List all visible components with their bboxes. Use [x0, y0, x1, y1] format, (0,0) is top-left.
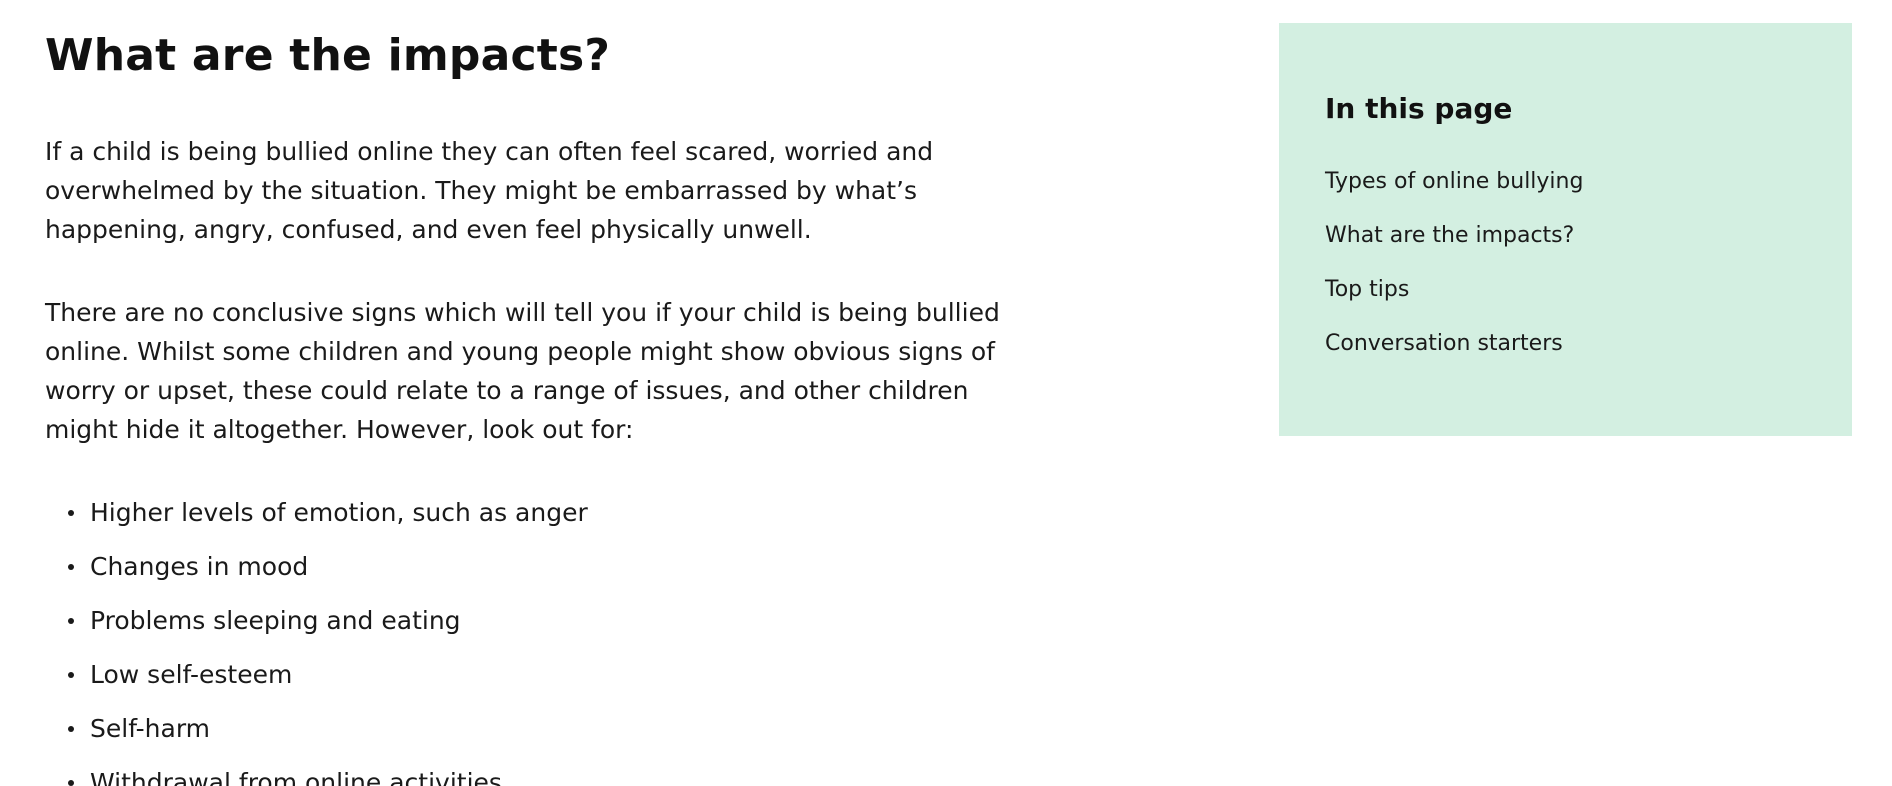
- toc-list: Types of online bullying What are the im…: [1325, 165, 1806, 361]
- intro-paragraph: If a child is being bullied online they …: [45, 137, 934, 244]
- list-item: Problems sleeping and eating: [68, 601, 1045, 640]
- in-this-page-panel: In this page Types of online bullying Wh…: [1279, 23, 1852, 436]
- page: What are the impacts? If a child is bein…: [0, 0, 1892, 786]
- toc-heading: In this page: [1325, 92, 1513, 125]
- list-item: Low self-esteem: [68, 655, 1045, 694]
- list-item: Changes in mood: [68, 547, 1045, 586]
- list-item: Withdrawal from online activities: [68, 763, 1045, 786]
- toc-link-what-are-the-impacts[interactable]: What are the impacts?: [1325, 219, 1806, 253]
- list-item: Self-harm: [68, 709, 1045, 748]
- signs-paragraph: There are no conclusive signs which will…: [45, 298, 1000, 444]
- signs-list: Higher levels of emotion, such as anger …: [45, 493, 1045, 786]
- main-content: What are the impacts? If a child is bein…: [45, 28, 1045, 786]
- list-item: Higher levels of emotion, such as anger: [68, 493, 1045, 532]
- toc-link-top-tips[interactable]: Top tips: [1325, 273, 1806, 307]
- toc-link-conversation-starters[interactable]: Conversation starters: [1325, 327, 1806, 361]
- page-title: What are the impacts?: [45, 30, 611, 81]
- toc-link-types-of-online-bullying[interactable]: Types of online bullying: [1325, 165, 1806, 199]
